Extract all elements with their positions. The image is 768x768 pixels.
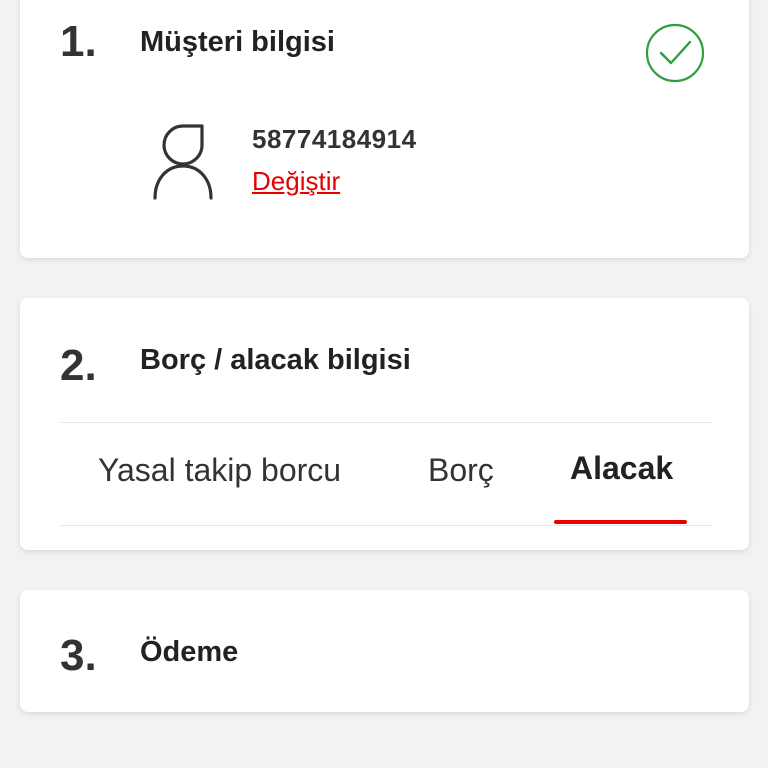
tab-credit[interactable]: Alacak bbox=[570, 450, 673, 487]
debt-credit-card: 2. Borç / alacak bilgisi Yasal takip bor… bbox=[20, 298, 749, 550]
active-tab-indicator bbox=[554, 520, 687, 524]
customer-id: 58774184914 bbox=[252, 124, 417, 154]
user-icon bbox=[153, 124, 213, 200]
step-title: Borç / alacak bilgisi bbox=[140, 344, 411, 376]
divider bbox=[60, 525, 712, 526]
divider bbox=[60, 422, 712, 423]
customer-info-card: 1. Müşteri bilgisi 58774184914 Değiştir bbox=[20, 0, 749, 258]
tab-debt[interactable]: Borç bbox=[428, 452, 494, 489]
change-customer-link[interactable]: Değiştir bbox=[252, 166, 340, 197]
step-number: 3. bbox=[60, 631, 97, 680]
step-title: Ödeme bbox=[140, 636, 239, 668]
step-number: 1. bbox=[60, 17, 97, 66]
tab-legal-debt[interactable]: Yasal takip borcu bbox=[98, 452, 341, 489]
payment-card[interactable]: 3. Ödeme bbox=[20, 590, 749, 712]
step-number: 2. bbox=[60, 341, 97, 390]
check-circle-icon bbox=[645, 23, 705, 83]
step-title: Müşteri bilgisi bbox=[140, 26, 335, 58]
